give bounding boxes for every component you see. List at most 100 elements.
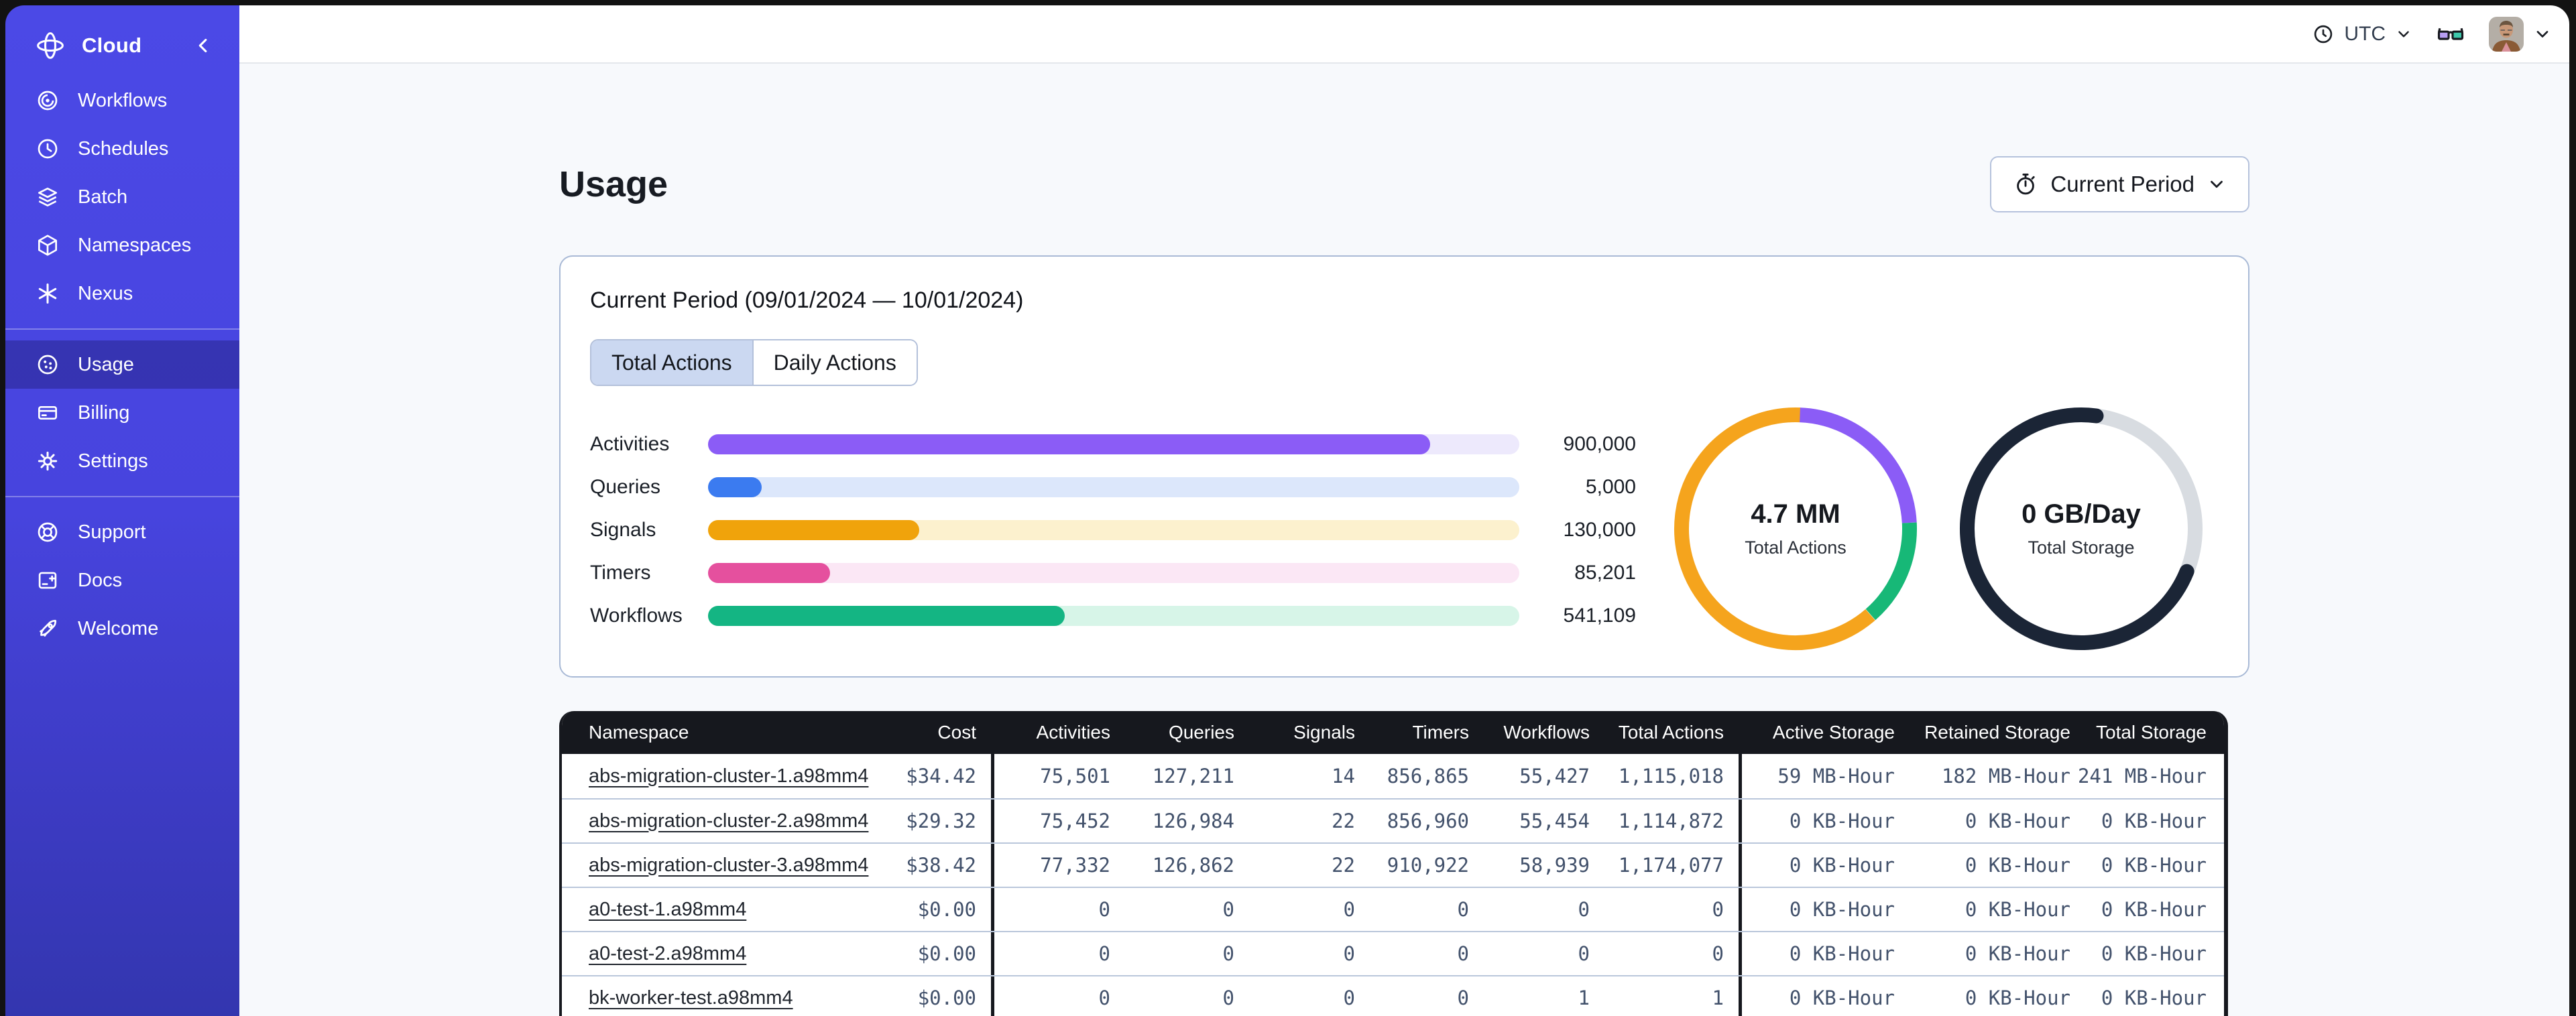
docs-icon [35,568,60,593]
column-header-active-storage: Active Storage [1742,711,1910,754]
value-cell: 0 KB-Hour [1910,976,2085,1016]
sidebar-item-namespaces[interactable]: Namespaces [5,221,239,269]
cell-value: 0 KB-Hour [2101,942,2207,965]
value-cell: $38.42 [843,844,994,887]
bar-value: 130,000 [1563,519,1636,541]
sidebar-item-label: Nexus [78,282,133,304]
sidebar-item-schedules[interactable]: Schedules [5,125,239,173]
bar-track [708,477,1519,497]
table-row: a0-test-1.a98mm4 $0.00 0 0 0 0 0 0 0 KB-Hour 0 KB… [562,887,2224,931]
app-window: Cloud Workflows Schedules Batch Namespac… [5,5,2569,1016]
brand-label: Cloud [82,34,142,57]
sidebar-item-label: Billing [78,401,130,424]
value-cell: 0 [994,976,1125,1016]
namespaces-icon [35,233,60,258]
namespace-cell: abs-migration-cluster-3.a98mm4 [562,844,868,887]
usage-bar-row: Activities 900,000 [590,430,1636,458]
value-cell: 55,427 [1484,754,1604,798]
value-cell: 0 KB-Hour [1742,932,1910,975]
namespace-link[interactable]: abs-migration-cluster-1.a98mm4 [589,765,868,787]
value-cell: 0 [1370,932,1484,975]
column-header-label: Namespace [589,722,689,743]
period-selector-button[interactable]: Current Period [1990,156,2249,212]
cell-value: 58,939 [1519,854,1590,877]
value-cell: 0 KB-Hour [1742,888,1910,931]
namespace-link[interactable]: abs-migration-cluster-2.a98mm4 [589,810,868,832]
chevron-down-icon [2211,180,2223,188]
cell-value: 0 KB-Hour [1789,810,1895,832]
page-content: Usage Current Period Current Period (09/… [239,64,2569,1016]
cell-value: 0 [1098,898,1110,921]
sidebar: Cloud Workflows Schedules Batch Namespac… [5,5,239,1016]
glasses-icon [2437,27,2464,40]
sidebar-item-usage[interactable]: Usage [5,340,239,389]
avatar [2489,16,2524,52]
value-cell: $29.32 [843,800,994,842]
value-cell: 0 KB-Hour [2085,888,2221,931]
cell-value: 0 KB-Hour [1789,942,1895,965]
table-row: abs-migration-cluster-2.a98mm4 $29.32 75,4… [562,798,2224,842]
sidebar-item-nexus[interactable]: Nexus [5,269,239,318]
account-menu[interactable] [2489,16,2552,52]
actions-bar-chart: Activities 900,000 Queries 5,000 Signals… [590,430,1636,630]
namespace-link[interactable]: bk-worker-test.a98mm4 [589,987,793,1009]
value-cell: 0 [1604,932,1742,975]
value-cell: 126,862 [1125,844,1249,887]
value-cell: 75,452 [994,800,1125,842]
value-cell: 1,174,077 [1604,844,1742,887]
cell-value: 22 [1332,810,1355,832]
sidebar-item-billing[interactable]: Billing [5,389,239,437]
cell-value: 0 KB-Hour [2101,987,2207,1009]
value-cell: 55,454 [1484,800,1604,842]
main-area: UTC Usage Current Period Current Period … [239,5,2569,1016]
schedules-icon [35,136,60,162]
page-header: Usage Current Period [559,156,2249,212]
column-header-label: Total Actions [1618,722,1724,743]
chevron-down-icon [2398,31,2409,37]
sidebar-item-batch[interactable]: Batch [5,173,239,221]
cell-value: 0 KB-Hour [1965,942,2070,965]
value-cell: 0 [1604,888,1742,931]
namespace-link[interactable]: abs-migration-cluster-3.a98mm4 [589,854,868,877]
value-cell: 0 [1484,888,1604,931]
cell-value: 0 KB-Hour [1965,987,2070,1009]
value-cell: 0 KB-Hour [2085,976,2221,1016]
sidebar-item-docs[interactable]: Docs [5,556,239,605]
cell-value: 0 [1222,987,1234,1009]
total-actions-donut: 4.7 MM Total Actions [1655,388,1936,670]
timezone-selector[interactable]: UTC [2312,23,2412,46]
column-header-label: Total Storage [2096,722,2207,743]
namespace-cell: abs-migration-cluster-2.a98mm4 [562,800,868,842]
period-button-label: Current Period [2050,172,2194,196]
value-cell: 0 KB-Hour [2085,800,2221,842]
table-row: abs-migration-cluster-1.a98mm4 $34.42 75,5… [562,754,2224,798]
card-title: Current Period (09/01/2024 — 10/01/2024) [590,288,1024,313]
sidebar-item-support[interactable]: Support [5,508,239,556]
sidebar-item-welcome[interactable]: Welcome [5,605,239,653]
cell-value: 14 [1332,765,1355,787]
value-cell: 0 [994,932,1125,975]
namespace-link[interactable]: a0-test-2.a98mm4 [589,943,746,965]
value-cell: 0 KB-Hour [2085,932,2221,975]
sidebar-collapse-button[interactable] [192,34,215,57]
cell-value: 0 KB-Hour [2101,898,2207,921]
sidebar-item-settings[interactable]: Settings [5,437,239,485]
value-cell: 1,114,872 [1604,800,1742,842]
bar-label: Activities [590,433,670,455]
sidebar-item-workflows[interactable]: Workflows [5,76,239,125]
bar-value: 900,000 [1563,433,1636,455]
cell-value: 0 KB-Hour [1965,898,2070,921]
cell-value: 0 KB-Hour [2101,810,2207,832]
column-header-label: Timers [1412,722,1469,743]
tab-daily-actions[interactable]: Daily Actions [752,340,917,385]
cell-value: 856,865 [1387,765,1469,787]
cell-value: 856,960 [1387,810,1469,832]
tab-total-actions[interactable]: Total Actions [591,340,752,385]
total-storage-donut: 0 GB/Day Total Storage [1940,388,2222,670]
nexus-icon [35,281,60,306]
page-title: Usage [559,164,668,204]
namespace-link[interactable]: a0-test-1.a98mm4 [589,899,746,921]
value-cell: 0 [1249,976,1370,1016]
theme-glasses-button[interactable] [2437,20,2465,48]
cell-value: 127,211 [1152,765,1234,787]
